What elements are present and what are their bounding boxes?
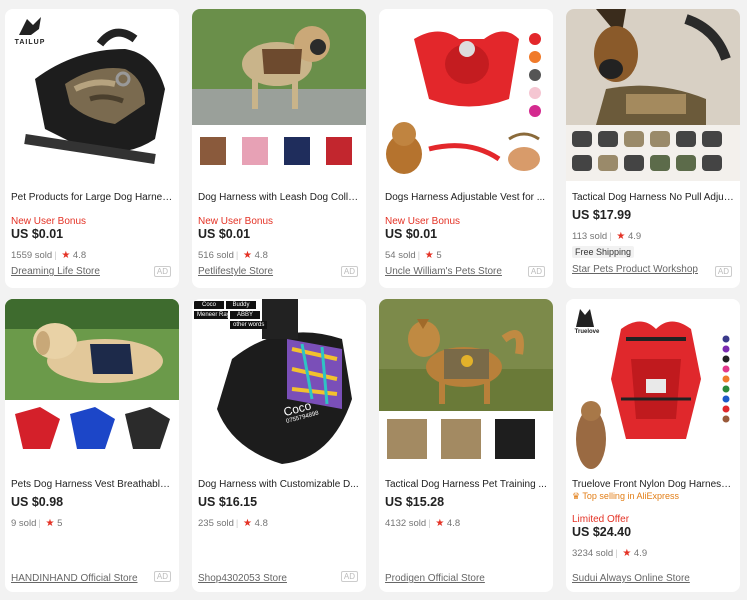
sales-rating: 516 sold | ★ 4.8 — [198, 250, 268, 261]
product-image[interactable] — [379, 9, 553, 181]
product-price: US $17.99 — [572, 208, 632, 222]
sales-rating: 3234 sold | ★ 4.9 — [572, 548, 648, 559]
rating-value: 4.9 — [633, 548, 648, 559]
sales-rating: 235 sold | ★ 4.8 — [198, 518, 268, 529]
star-icon: ★ — [61, 250, 71, 261]
product-price: US $16.15 — [198, 495, 258, 509]
star-icon: ★ — [424, 250, 434, 261]
product-price: US $0.01 — [11, 227, 64, 241]
product-title[interactable]: Pet Products for Large Dog Harnes... — [11, 192, 173, 203]
star-icon: ★ — [616, 231, 626, 242]
ad-badge: AD — [153, 266, 171, 277]
product-card[interactable]: Tactical Dog Harness No Pull Adjus... US… — [566, 9, 740, 288]
product-price: US $0.01 — [385, 227, 438, 241]
store-link[interactable]: Prodigen Official Store — [385, 573, 485, 584]
new-user-bonus: New User Bonus — [11, 216, 87, 227]
sales-rating: 54 sold | ★ 5 — [385, 250, 442, 261]
ad-badge: AD — [714, 266, 732, 277]
product-image[interactable] — [192, 9, 366, 181]
product-price: US $0.01 — [198, 227, 251, 241]
product-image[interactable] — [5, 299, 179, 471]
name-tag-options: Coco Buddy Meneer Ray ABBY other words — [194, 301, 268, 329]
crown-icon: ♛ — [572, 491, 581, 501]
product-card[interactable]: Pets Dog Harness Vest Breathable ... US … — [5, 299, 179, 592]
product-image[interactable] — [379, 299, 553, 471]
store-link[interactable]: Shop4302053 Store — [198, 573, 287, 584]
product-title[interactable]: Truelove Front Nylon Dog Harness... — [572, 479, 734, 490]
product-price: US $0.98 — [11, 495, 64, 509]
rating-value: 4.8 — [254, 250, 268, 261]
sales-rating: 9 sold | ★ 5 — [11, 518, 63, 529]
star-icon: ★ — [243, 250, 252, 261]
new-user-bonus: New User Bonus — [198, 216, 274, 227]
product-image[interactable] — [566, 9, 740, 181]
product-price: US $15.28 — [385, 495, 445, 509]
product-card[interactable]: TAILUP Pet Products for Large Dog Harnes… — [5, 9, 179, 288]
rating-value: 5 — [57, 518, 63, 529]
product-card[interactable]: Coco Buddy Meneer Ray ABBY other words C… — [192, 299, 366, 592]
product-image[interactable]: Truelove — [566, 299, 740, 471]
sold-count: 54 sold — [385, 250, 416, 261]
product-image[interactable]: Coco Buddy Meneer Ray ABBY other words C… — [192, 299, 366, 471]
ad-badge: AD — [527, 266, 545, 277]
product-title[interactable]: Tactical Dog Harness Pet Training ... — [385, 479, 547, 490]
store-link[interactable]: Dreaming Life Store — [11, 266, 173, 277]
product-price: US $24.40 — [572, 525, 632, 539]
star-icon: ★ — [622, 548, 632, 559]
ad-badge: AD — [153, 571, 171, 582]
rating-value: 5 — [436, 250, 442, 261]
tag-option[interactable]: ABBY — [230, 311, 260, 319]
product-image[interactable]: TAILUP — [5, 9, 179, 181]
star-icon: ★ — [243, 518, 252, 529]
star-icon: ★ — [45, 518, 55, 529]
tag-option[interactable]: other words — [230, 321, 268, 329]
product-card[interactable]: Dogs Harness Adjustable Vest for ... New… — [379, 9, 553, 288]
store-link[interactable]: HANDINHAND Official Store — [11, 573, 138, 584]
ad-badge: AD — [340, 571, 358, 582]
product-title[interactable]: Dog Harness with Leash Dog Colla... — [198, 192, 360, 203]
star-icon: ★ — [435, 518, 445, 529]
sales-rating: 4132 sold | ★ 4.8 — [385, 518, 461, 529]
new-user-bonus: New User Bonus — [385, 216, 461, 227]
tag-option[interactable]: Coco — [194, 301, 224, 309]
product-title[interactable]: Dog Harness with Customizable D... — [198, 479, 360, 490]
limited-offer: Limited Offer — [572, 514, 630, 525]
ad-badge: AD — [340, 266, 358, 277]
product-grid: TAILUP Pet Products for Large Dog Harnes… — [5, 9, 742, 592]
product-card[interactable]: Tactical Dog Harness Pet Training ... US… — [379, 299, 553, 592]
sales-rating: 1559 sold | ★ 4.8 — [11, 250, 87, 261]
rating-value: 4.8 — [254, 518, 268, 529]
free-shipping-tag: Free Shipping — [572, 246, 635, 258]
sold-count: 1559 sold — [11, 250, 53, 261]
store-link[interactable]: Uncle William's Pets Store — [385, 266, 547, 277]
sold-count: 9 sold — [11, 518, 37, 529]
sold-count: 113 sold — [572, 231, 608, 242]
tag-option[interactable]: Buddy — [226, 301, 256, 309]
store-link[interactable]: Petlifestyle Store — [198, 266, 360, 277]
top-selling-badge: ♛ Top selling in AliExpress — [572, 491, 679, 501]
product-title[interactable]: Dogs Harness Adjustable Vest for ... — [385, 192, 547, 203]
sales-rating: 113 sold | ★ 4.9 — [572, 231, 642, 242]
brand-logo: Truelove — [572, 305, 602, 335]
product-card[interactable]: Dog Harness with Leash Dog Colla... New … — [192, 9, 366, 288]
tag-option[interactable]: Meneer Ray — [194, 311, 230, 319]
rating-value: 4.8 — [446, 518, 461, 529]
product-card[interactable]: Truelove Truelove Front Nylon Dog Harnes… — [566, 299, 740, 592]
sold-count: 235 sold — [198, 518, 234, 529]
sold-count: 3234 sold — [572, 548, 614, 559]
sold-count: 4132 sold — [385, 518, 427, 529]
product-title[interactable]: Tactical Dog Harness No Pull Adjus... — [572, 192, 734, 203]
store-link[interactable]: Star Pets Product Workshop — [572, 264, 734, 275]
brand-logo: TAILUP — [13, 13, 47, 46]
product-title[interactable]: Pets Dog Harness Vest Breathable ... — [11, 479, 173, 490]
sold-count: 516 sold — [198, 250, 234, 261]
rating-value: 4.8 — [72, 250, 87, 261]
store-link[interactable]: Sudui Always Online Store — [572, 573, 690, 584]
rating-value: 4.9 — [627, 231, 642, 242]
